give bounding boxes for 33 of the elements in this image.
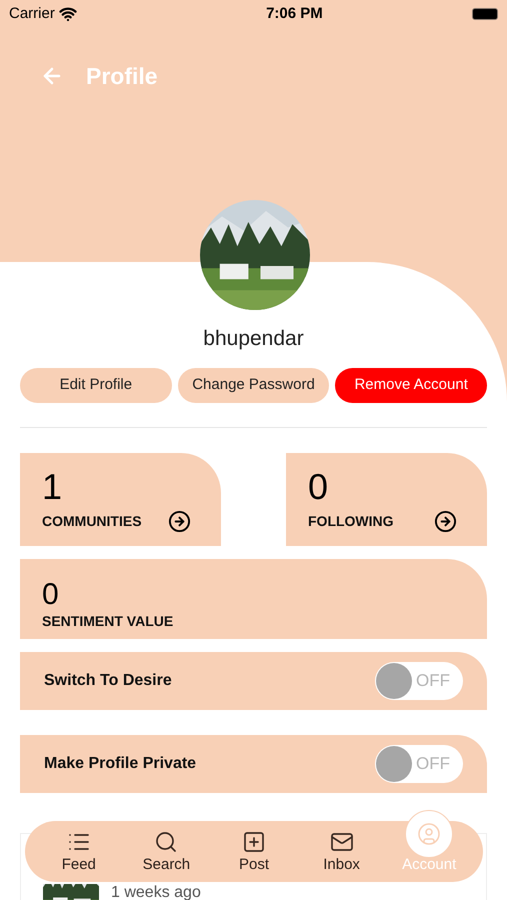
stat-value: 1	[42, 466, 64, 506]
toggle-knob	[376, 746, 412, 782]
setting-label: Make Profile Private	[44, 754, 196, 774]
battery-icon	[472, 8, 498, 20]
setting-label: Switch To Desire	[44, 670, 172, 690]
toggle-knob	[376, 662, 412, 698]
stat-label: SENTIMENT VALUE	[42, 612, 174, 630]
stat-card[interactable]: 1 COMMUNITIES	[20, 452, 221, 546]
arrow-circle-icon[interactable]	[434, 510, 457, 532]
tab-item[interactable]: Inbox	[302, 830, 382, 876]
stat-card[interactable]: 0 FOLLOWING	[286, 452, 487, 546]
tab-item[interactable]: Feed	[38, 830, 119, 876]
status-time: 7:06 PM	[266, 4, 323, 24]
stat-value: 0	[308, 466, 330, 506]
arrow-circle-icon[interactable]	[168, 510, 191, 532]
toggle-state: OFF	[416, 752, 450, 775]
action-button[interactable]: Edit Profile	[20, 368, 172, 402]
post-time: 1 weeks ago	[111, 884, 201, 900]
remove-account-button[interactable]: Remove Account	[335, 368, 488, 402]
page-title: Profile	[86, 62, 158, 91]
plus-square-icon	[242, 830, 266, 854]
user-icon	[417, 822, 442, 846]
stat-value: 0	[42, 578, 60, 610]
toggle-state: OFF	[416, 670, 450, 692]
tab-item[interactable]: Post	[214, 830, 294, 876]
tab-item[interactable]: Search	[126, 830, 206, 876]
carrier-text: Carrier	[9, 4, 55, 24]
stat-label: FOLLOWING	[308, 512, 394, 530]
wifi-icon	[58, 5, 77, 23]
stat-label: COMMUNITIES	[42, 512, 142, 530]
action-button[interactable]: Change Password	[178, 368, 330, 402]
search-icon	[154, 830, 178, 854]
username: bhupendar	[203, 326, 304, 352]
